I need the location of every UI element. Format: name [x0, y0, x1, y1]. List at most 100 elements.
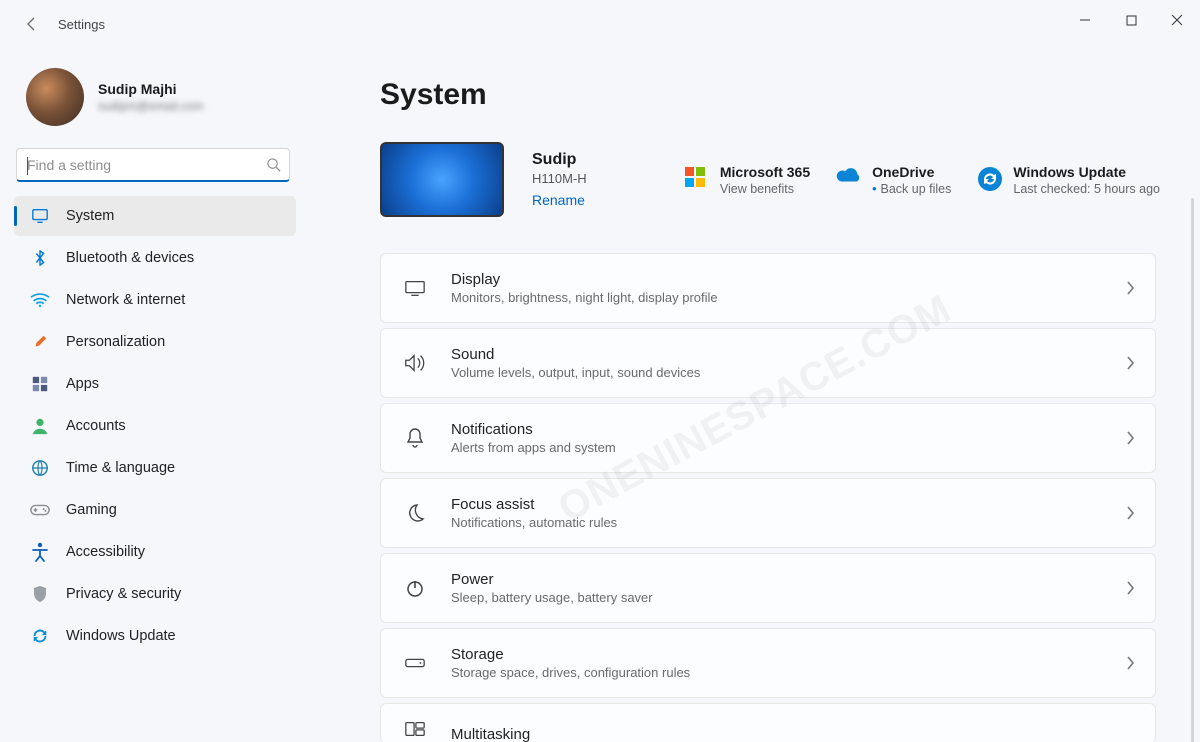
settings-item-display[interactable]: Display Monitors, brightness, night ligh… [380, 253, 1156, 323]
sidebar-item-label: Privacy & security [66, 586, 181, 602]
sidebar-item-gaming[interactable]: Gaming [14, 490, 296, 530]
settings-item-title: Display [451, 271, 1125, 288]
sidebar-item-label: Apps [66, 376, 99, 392]
device-thumbnail [380, 142, 504, 217]
quick-card-m365[interactable]: Microsoft 365 View benefits [684, 164, 810, 196]
device-strip: Sudip H110M-H Rename Microsoft 365 View … [380, 142, 1180, 217]
settings-item-title: Notifications [451, 421, 1125, 438]
quick-card-title: Windows Update [1013, 164, 1160, 180]
sidebar-item-network[interactable]: Network & internet [14, 280, 296, 320]
settings-item-title: Sound [451, 346, 1125, 363]
sidebar-item-accounts[interactable]: Accounts [14, 406, 296, 446]
apps-icon [28, 372, 52, 396]
settings-item-desc: Storage space, drives, configuration rul… [451, 665, 1125, 680]
sync-icon [28, 624, 52, 648]
app-title: Settings [58, 17, 105, 32]
moon-icon [401, 499, 429, 527]
settings-item-storage[interactable]: Storage Storage space, drives, configura… [380, 628, 1156, 698]
back-button[interactable] [18, 10, 46, 38]
settings-list: Display Monitors, brightness, night ligh… [380, 253, 1180, 742]
sidebar-item-label: Bluetooth & devices [66, 250, 194, 266]
settings-item-title: Focus assist [451, 496, 1125, 513]
settings-item-desc: Sleep, battery usage, battery saver [451, 590, 1125, 605]
search-input[interactable] [17, 157, 257, 173]
storage-icon [401, 649, 429, 677]
ms365-icon [684, 166, 708, 190]
titlebar: Settings [0, 0, 1200, 48]
wifi-icon [28, 288, 52, 312]
settings-item-title: Power [451, 571, 1125, 588]
shield-icon [28, 582, 52, 606]
device-info: Sudip H110M-H Rename [532, 151, 642, 208]
sidebar-item-apps[interactable]: Apps [14, 364, 296, 404]
monitor-icon [28, 204, 52, 228]
settings-item-power[interactable]: Power Sleep, battery usage, battery save… [380, 553, 1156, 623]
gamepad-icon [28, 498, 52, 522]
settings-item-notifications[interactable]: Notifications Alerts from apps and syste… [380, 403, 1156, 473]
main-content: System Sudip H110M-H Rename Microsoft 36… [310, 48, 1200, 742]
chevron-right-icon [1125, 656, 1135, 670]
sidebar-item-time[interactable]: Time & language [14, 448, 296, 488]
maximize-button[interactable] [1108, 0, 1154, 40]
avatar [26, 68, 84, 126]
quick-card-title: Microsoft 365 [720, 164, 810, 180]
sidebar-item-personalize[interactable]: Personalization [14, 322, 296, 362]
sidebar-item-label: Accounts [66, 418, 126, 434]
sidebar-item-label: System [66, 208, 114, 224]
globe-icon [28, 456, 52, 480]
multi-icon [401, 715, 429, 742]
quick-card-title: OneDrive [872, 164, 951, 180]
sidebar-item-accessibility[interactable]: Accessibility [14, 532, 296, 572]
minimize-button[interactable] [1062, 0, 1108, 40]
bluetooth-icon [28, 246, 52, 270]
sidebar-item-privacy[interactable]: Privacy & security [14, 574, 296, 614]
device-model: H110M-H [532, 171, 642, 186]
sidebar-item-label: Accessibility [66, 544, 145, 560]
power-icon [401, 574, 429, 602]
settings-item-desc: Notifications, automatic rules [451, 515, 1125, 530]
quick-card-sub: •Back up files [872, 182, 951, 196]
settings-item-desc: Volume levels, output, input, sound devi… [451, 365, 1125, 380]
sidebar-item-update[interactable]: Windows Update [14, 616, 296, 656]
settings-item-title: Storage [451, 646, 1125, 663]
display-icon [401, 274, 429, 302]
sidebar-item-system[interactable]: System [14, 196, 296, 236]
settings-item-title: Multitasking [451, 726, 1135, 742]
nav-list: System Bluetooth & devices Network & int… [10, 194, 300, 660]
quick-card-update[interactable]: Windows Update Last checked: 5 hours ago [977, 164, 1160, 196]
search-icon [257, 157, 289, 172]
sync-lg-icon [977, 166, 1001, 190]
chevron-right-icon [1125, 581, 1135, 595]
profile-email: sudipm@email.com [98, 99, 204, 113]
chevron-right-icon [1125, 431, 1135, 445]
quick-card-onedrive[interactable]: OneDrive •Back up files [836, 164, 951, 196]
sidebar-item-label: Gaming [66, 502, 117, 518]
brush-icon [28, 330, 52, 354]
sidebar-item-bluetooth[interactable]: Bluetooth & devices [14, 238, 296, 278]
sidebar-item-label: Windows Update [66, 628, 176, 644]
cloud-icon [836, 166, 860, 190]
settings-item-multitasking[interactable]: Multitasking [380, 703, 1156, 742]
page-title: System [380, 78, 1180, 112]
window-controls [1062, 0, 1200, 40]
chevron-right-icon [1125, 356, 1135, 370]
settings-item-desc: Monitors, brightness, night light, displ… [451, 290, 1125, 305]
quick-card-sub: Last checked: 5 hours ago [1013, 182, 1160, 196]
scrollbar[interactable] [1191, 198, 1194, 742]
sidebar-item-label: Network & internet [66, 292, 185, 308]
device-name: Sudip [532, 151, 642, 169]
rename-link[interactable]: Rename [532, 192, 642, 208]
search-box[interactable] [16, 148, 290, 182]
quick-card-sub: View benefits [720, 182, 810, 196]
access-icon [28, 540, 52, 564]
sidebar-item-label: Personalization [66, 334, 165, 350]
settings-item-desc: Alerts from apps and system [451, 440, 1125, 455]
sound-icon [401, 349, 429, 377]
profile-block[interactable]: Sudip Majhi sudipm@email.com [10, 58, 300, 144]
text-caret [27, 157, 28, 175]
settings-item-focus[interactable]: Focus assist Notifications, automatic ru… [380, 478, 1156, 548]
settings-item-sound[interactable]: Sound Volume levels, output, input, soun… [380, 328, 1156, 398]
close-button[interactable] [1154, 0, 1200, 40]
sidebar-item-label: Time & language [66, 460, 175, 476]
person-icon [28, 414, 52, 438]
